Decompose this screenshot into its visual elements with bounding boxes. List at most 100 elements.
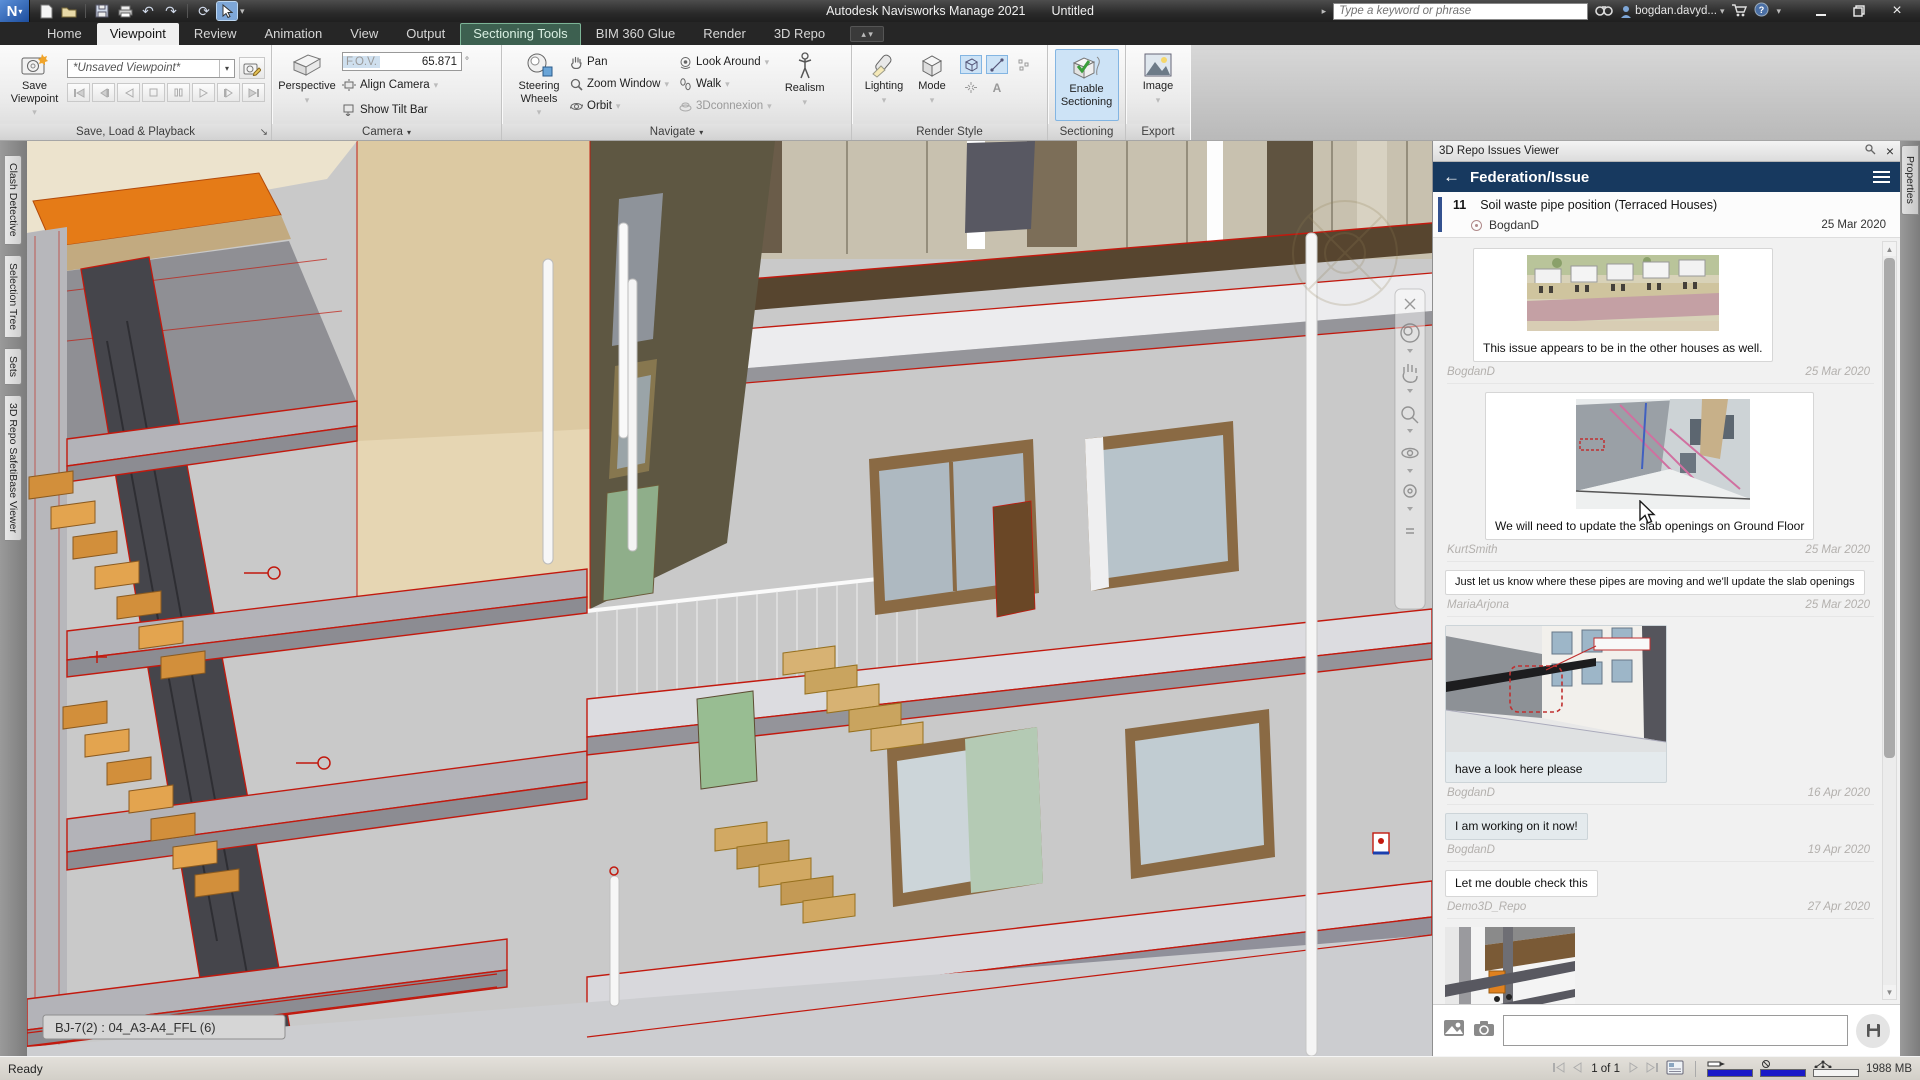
ribbon-collapse-button[interactable]: ▴ ▾	[850, 26, 884, 42]
tab-viewpoint[interactable]: Viewpoint	[97, 23, 179, 45]
group-label-camera[interactable]: Camera▾	[272, 124, 501, 140]
points-render-icon[interactable]	[1012, 55, 1034, 74]
new-file-icon[interactable]	[36, 2, 56, 20]
tab-view[interactable]: View	[337, 23, 391, 45]
sheet-last-icon[interactable]	[1646, 1062, 1659, 1076]
tab-output[interactable]: Output	[393, 23, 458, 45]
dock-tab-sets[interactable]: Sets	[5, 348, 22, 385]
viewport-3d[interactable]: BJ-7(2) : 04_A3-A4_FFL (6)	[27, 141, 1432, 1056]
group-label-render-style[interactable]: Render Style	[852, 124, 1047, 140]
qat-dropdown-caret[interactable]: ▾	[240, 6, 245, 17]
look-around-button[interactable]: Look Around▾	[679, 51, 772, 73]
sheet-next-icon[interactable]	[1629, 1062, 1639, 1076]
panel-close-icon[interactable]: ×	[1886, 143, 1894, 159]
camera-icon[interactable]	[1473, 1020, 1495, 1042]
edit-viewpoint-icon[interactable]	[239, 57, 265, 79]
mode-button[interactable]: Mode▾	[910, 49, 954, 105]
comment-thumbnail[interactable]	[1446, 626, 1666, 757]
save-icon[interactable]	[92, 2, 112, 20]
user-account[interactable]: bogdan.davyd...▾	[1620, 5, 1724, 18]
comment-input[interactable]	[1503, 1015, 1848, 1046]
image-icon[interactable]	[1443, 1019, 1465, 1042]
help-icon[interactable]: ?	[1754, 2, 1769, 20]
search-input[interactable]	[1333, 3, 1588, 20]
close-icon[interactable]: ×	[1878, 0, 1916, 22]
comment-card[interactable]: I am working on it now!	[1445, 813, 1588, 840]
orbit-button[interactable]: Orbit▾	[570, 95, 669, 117]
panel-titlebar[interactable]: 3D Repo Issues Viewer ×	[1433, 141, 1900, 162]
play-icon[interactable]	[192, 83, 215, 102]
scrollbar-thumb[interactable]	[1884, 258, 1895, 758]
comment-list[interactable]: This issue appears to be in the other ho…	[1433, 238, 1900, 1004]
pause-icon[interactable]	[167, 83, 190, 102]
pan-button[interactable]: Pan	[570, 51, 669, 73]
group-label-navigate[interactable]: Navigate▾	[502, 124, 851, 140]
export-image-button[interactable]: Image▾	[1134, 49, 1182, 105]
comment-card[interactable]: Let me double check this	[1445, 870, 1598, 897]
enable-sectioning-button[interactable]: Enable Sectioning	[1055, 49, 1119, 121]
open-icon[interactable]	[59, 2, 79, 20]
tab-render[interactable]: Render	[690, 23, 759, 45]
lines-render-icon[interactable]	[986, 55, 1008, 74]
back-arrow-icon[interactable]: ←	[1443, 167, 1460, 187]
dock-tab-clash-detective[interactable]: Clash Detective	[5, 155, 22, 245]
skip-start-icon[interactable]	[67, 83, 90, 102]
skip-end-icon[interactable]	[242, 83, 265, 102]
cart-icon[interactable]	[1731, 3, 1747, 20]
tab-home[interactable]: Home	[34, 23, 95, 45]
dock-tab-3drepo-safetibase[interactable]: 3D Repo SafetiBase Viewer	[5, 395, 22, 541]
full-render-icon[interactable]	[960, 55, 982, 74]
tab-sectioning-tools[interactable]: Sectioning Tools	[460, 23, 580, 45]
tab-bim360glue[interactable]: BIM 360 Glue	[583, 23, 689, 45]
dock-tab-properties[interactable]: Properties	[1901, 145, 1919, 215]
undo-icon[interactable]: ↶	[138, 2, 158, 20]
snap-points-icon[interactable]	[960, 78, 982, 97]
tab-3drepo[interactable]: 3D Repo	[761, 23, 838, 45]
binoculars-icon[interactable]	[1595, 3, 1613, 19]
walk-button[interactable]: Walk▾	[679, 73, 772, 95]
app-menu-button[interactable]: N▾	[0, 0, 30, 22]
dock-tab-selection-tree[interactable]: Selection Tree	[5, 255, 22, 338]
print-icon[interactable]	[115, 2, 135, 20]
scroll-up-icon[interactable]: ▲	[1883, 242, 1896, 256]
menu-icon[interactable]	[1873, 171, 1890, 183]
group-label-export[interactable]: Export	[1126, 124, 1190, 140]
sheet-first-icon[interactable]	[1552, 1062, 1565, 1076]
comment-thumbnail[interactable]	[1486, 393, 1813, 514]
save-comment-button[interactable]	[1856, 1014, 1890, 1048]
step-back-icon[interactable]	[92, 83, 115, 102]
select-cursor-icon[interactable]	[217, 2, 237, 20]
scroll-down-icon[interactable]: ▼	[1883, 985, 1896, 999]
sheet-browser-icon[interactable]	[1666, 1060, 1684, 1078]
perspective-button[interactable]: Perspective▾	[278, 49, 336, 105]
3dconnexion-button[interactable]: 3Dconnexion▾	[679, 95, 772, 117]
realism-button[interactable]: Realism▾	[780, 49, 830, 107]
comment-thumbnail[interactable]	[1474, 249, 1772, 336]
sheet-prev-icon[interactable]	[1572, 1062, 1582, 1076]
viewpoint-combo[interactable]: *Unsaved Viewpoint*▾	[67, 59, 235, 78]
play-back-icon[interactable]	[117, 83, 140, 102]
panel-pin-icon[interactable]	[1865, 144, 1876, 158]
group-label-sectioning[interactable]: Sectioning	[1048, 124, 1125, 140]
fov-field[interactable]: F.O.V. 65.871	[342, 52, 462, 71]
stop-icon[interactable]	[142, 83, 165, 102]
align-camera-button[interactable]: Align Camera▾	[342, 74, 469, 96]
comments-scrollbar[interactable]: ▲ ▼	[1882, 241, 1897, 1000]
issue-header[interactable]: 11 Soil waste pipe position (Terraced Ho…	[1433, 192, 1900, 238]
save-viewpoint-button[interactable]: Save Viewpoint▾	[6, 49, 63, 118]
tab-animation[interactable]: Animation	[251, 23, 335, 45]
lighting-button[interactable]: Lighting▾	[858, 49, 910, 105]
redo-icon[interactable]: ↷	[161, 2, 181, 20]
steering-wheels-button[interactable]: Steering Wheels▾	[508, 49, 570, 118]
group-label-save-load-playback[interactable]: Save, Load & Playback↘	[0, 124, 271, 140]
comment-card[interactable]: have a look here please	[1445, 625, 1667, 783]
zoom-window-button[interactable]: Zoom Window▾	[570, 73, 669, 95]
maximize-icon[interactable]	[1840, 0, 1878, 22]
tab-review[interactable]: Review	[181, 23, 250, 45]
comment-card[interactable]	[1445, 927, 1575, 1004]
step-forward-icon[interactable]	[217, 83, 240, 102]
comment-thumbnail[interactable]	[1445, 927, 1575, 1004]
text-render-icon[interactable]: A	[986, 78, 1008, 97]
show-tilt-bar-button[interactable]: Show Tilt Bar	[342, 99, 469, 121]
refresh-icon[interactable]: ⟳	[194, 2, 214, 20]
